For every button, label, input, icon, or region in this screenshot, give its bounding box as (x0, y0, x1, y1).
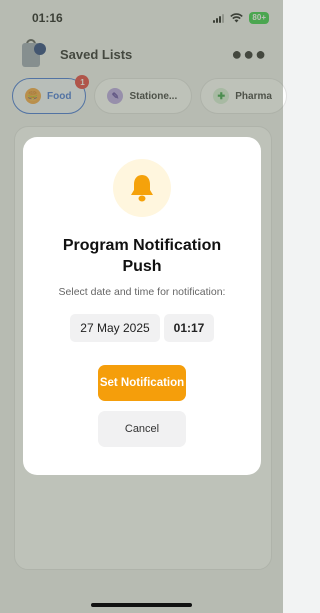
dialog-subtitle: Select date and time for notification: (58, 286, 226, 298)
notification-dialog: Program Notification Push Select date an… (23, 137, 261, 475)
time-picker[interactable]: 01:17 (164, 314, 214, 342)
dialog-title: Program Notification Push (62, 237, 222, 275)
cancel-button[interactable]: Cancel (98, 411, 186, 447)
bell-icon-container (113, 159, 171, 217)
home-indicator[interactable] (91, 603, 192, 607)
set-notification-button[interactable]: Set Notification (98, 365, 186, 401)
bell-icon (131, 175, 153, 202)
date-picker[interactable]: 27 May 2025 (70, 314, 160, 342)
date-time-picker: 27 May 2025 01:17 (70, 314, 214, 342)
